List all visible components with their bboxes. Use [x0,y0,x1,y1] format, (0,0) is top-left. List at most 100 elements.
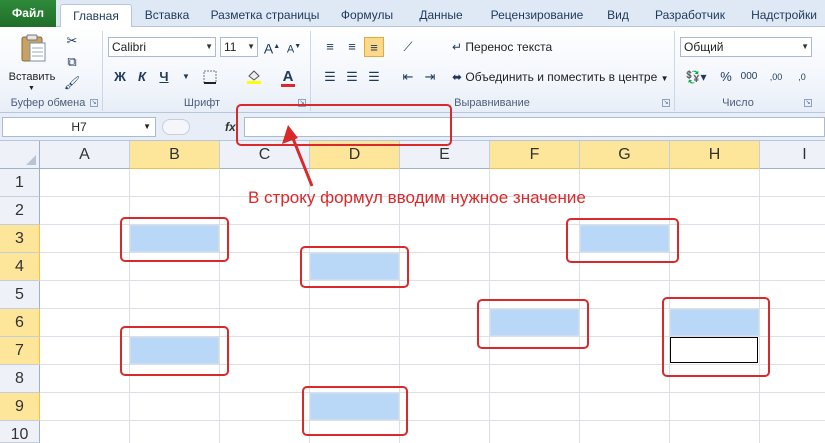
wrap-text-button[interactable]: ↵ Перенос текста [452,37,552,57]
gridline [219,169,220,443]
column-header-a[interactable]: A [40,141,130,169]
separator [310,31,311,111]
worksheet-grid[interactable]: A B C D E F G H I 1 2 3 4 5 6 7 8 9 10 [0,141,825,443]
row-header-7[interactable]: 7 [0,337,40,365]
row-header-3[interactable]: 3 [0,225,40,253]
number-group-label: Число [722,97,754,109]
separator [102,31,103,111]
row-header-5[interactable]: 5 [0,281,40,309]
alignment-launcher-icon[interactable]: ↘ [662,99,670,107]
name-box[interactable]: H7 ▼ [2,117,156,137]
bold-button[interactable]: Ж [110,67,130,87]
copy-icon[interactable]: ⧉ [62,52,82,72]
number-format-combo[interactable]: Общий ▼ [680,37,812,57]
merge-center-button[interactable]: ⬌ Объединить и поместить в центре ▼ [452,67,669,87]
tab-home[interactable]: Главная [60,4,132,27]
font-color-swatch [281,84,295,87]
callout-f6 [477,299,589,349]
tab-addins[interactable]: Надстройки [744,4,824,27]
chevron-down-icon: ▼ [801,42,809,51]
font-name-value: Calibri [112,40,147,54]
wrap-text-icon: ↵ [452,40,463,54]
cut-icon[interactable]: ✂ [62,31,82,51]
callout-d9 [302,386,408,436]
decrease-indent-icon[interactable]: ⇤ [398,67,418,87]
align-middle-icon[interactable]: ≡ [342,37,362,57]
separator [674,31,675,111]
row-header-10[interactable]: 10 [0,421,40,443]
row-header-6[interactable]: 6 [0,309,40,337]
orientation-icon[interactable]: ⟋ [398,37,418,57]
grow-font-button[interactable]: A▲ [262,37,282,57]
format-painter-icon[interactable]: 🖌 [62,73,82,93]
increase-decimal-button[interactable]: ,00 [764,67,788,87]
fill-color-icon[interactable] [244,67,264,87]
merge-label: Объединить и поместить в центре [465,70,658,84]
align-left-icon[interactable]: ☰ [320,67,340,87]
row-header-4[interactable]: 4 [0,253,40,281]
chevron-down-icon: ▼ [28,85,35,92]
font-size-value: 11 [224,40,237,54]
gridline [40,420,825,421]
callout-g3 [566,218,679,263]
tab-developer[interactable]: Разработчик [642,4,738,27]
row-header-1[interactable]: 1 [0,169,40,197]
column-header-b[interactable]: B [130,141,220,169]
callout-b7 [120,326,229,376]
tab-data[interactable]: Данные [410,4,472,27]
clipboard-icon [21,34,46,62]
column-header-g[interactable]: G [580,141,670,169]
font-size-combo[interactable]: 11 ▼ [220,37,258,57]
tab-review[interactable]: Рецензирование [480,4,594,27]
merge-icon: ⬌ [452,70,463,84]
wrap-text-label: Перенос текста [465,40,553,54]
align-bottom-icon[interactable]: ≡ [364,37,384,57]
tab-formulas[interactable]: Формулы [332,4,402,27]
align-top-icon[interactable]: ≡ [320,37,340,57]
decrease-decimal-button[interactable]: ,0 [790,67,814,87]
column-header-h[interactable]: H [670,141,760,169]
tab-page-layout[interactable]: Разметка страницы [204,4,326,27]
annotation-text: В строку формул вводим нужное значение [248,188,586,207]
thousands-separator-button[interactable]: 000 [738,67,760,87]
gridline [129,169,130,443]
clipboard-group-label: Буфер обмена [10,97,86,109]
row-header-2[interactable]: 2 [0,197,40,225]
chevron-down-icon: ▼ [660,74,669,83]
chevron-down-icon[interactable]: ▼ [176,67,196,87]
row-header-8[interactable]: 8 [0,365,40,393]
tab-file[interactable]: Файл [0,0,56,27]
row-header-9[interactable]: 9 [0,393,40,421]
font-color-button[interactable]: A [278,67,298,87]
tab-view[interactable]: Вид [600,4,636,27]
percent-button[interactable]: % [716,67,736,87]
gridline [40,392,825,393]
callout-d4 [300,246,409,288]
number-format-value: Общий [684,40,724,54]
ribbon-tabs: Файл Главная Вставка Разметка страницы Ф… [0,0,825,27]
callout-h6-h7 [662,297,770,377]
tab-insert[interactable]: Вставка [136,4,198,27]
formula-bar-splitter[interactable] [162,119,190,135]
italic-button[interactable]: К [132,67,152,87]
shrink-font-button[interactable]: A▼ [284,37,304,57]
font-name-combo[interactable]: Calibri ▼ [108,37,216,57]
paste-button[interactable]: Вставить ▼ [6,31,58,92]
name-box-value: H7 [71,120,87,134]
chevron-down-icon: ▼ [247,42,255,51]
borders-icon[interactable] [200,67,220,87]
number-launcher-icon[interactable]: ↘ [804,99,812,107]
align-right-icon[interactable]: ☰ [364,67,384,87]
ribbon: Вставить ▼ ✂ ⧉ 🖌 Буфер обмена ↘ Calibri … [0,27,825,113]
align-center-icon[interactable]: ☰ [342,67,362,87]
column-header-f[interactable]: F [490,141,580,169]
select-all-corner[interactable] [0,141,40,169]
gridline [40,280,825,281]
currency-format-icon[interactable]: 💱▾ [682,67,710,87]
underline-button[interactable]: Ч [154,67,174,87]
clipboard-launcher-icon[interactable]: ↘ [90,99,98,107]
formula-bar-callout [236,104,452,146]
increase-indent-icon[interactable]: ⇥ [420,67,440,87]
column-header-i[interactable]: I [760,141,825,169]
chevron-down-icon: ▼ [205,42,213,51]
